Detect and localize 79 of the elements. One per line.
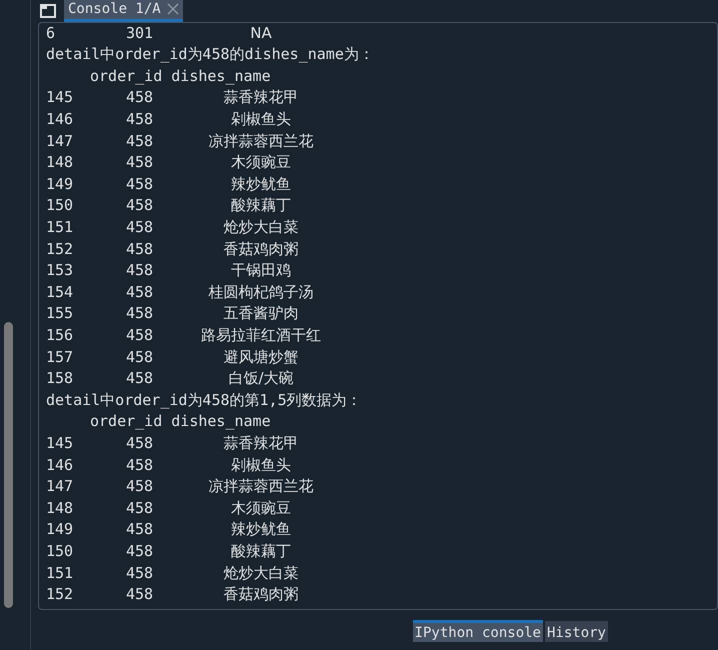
row-index: 147: [46, 476, 74, 498]
dish-name: 避风塘炒蟹: [222, 346, 300, 368]
row-index: 148: [46, 498, 74, 519]
row-index: 151: [46, 217, 74, 238]
row-index: 149: [46, 519, 74, 540]
column-headers: order_id dishes_name: [89, 66, 271, 87]
order-id-value: 458: [126, 195, 154, 216]
order-id-value: 458: [126, 540, 154, 562]
window-icon[interactable]: [40, 4, 56, 18]
row-index: 6: [46, 22, 56, 44]
dish-name: 木须豌豆: [230, 498, 292, 519]
order-id-value: 458: [126, 152, 154, 174]
dish-name: NA: [249, 22, 273, 44]
close-icon[interactable]: [166, 3, 179, 16]
dish-name: 干锅田鸡: [230, 260, 292, 282]
row-index: 150: [46, 195, 74, 216]
order-id-value: 458: [126, 217, 154, 238]
order-id-value: 458: [126, 368, 154, 390]
order-id-value: 458: [126, 87, 154, 108]
dish-name: 剁椒鱼头: [230, 454, 292, 476]
dish-name: 酸辣藕丁: [230, 540, 292, 562]
console-tab[interactable]: Console 1/A: [64, 0, 183, 22]
row-index: 145: [46, 87, 74, 108]
row-index: 148: [46, 152, 74, 174]
panel-tab[interactable]: History: [544, 621, 608, 642]
order-id-value: 458: [126, 562, 154, 584]
row-index: 146: [46, 109, 74, 130]
order-id-value: 458: [126, 454, 154, 476]
order-id-value: 458: [126, 282, 154, 303]
order-id-value: 458: [126, 432, 154, 454]
dish-name: 凉拌蒜蓉西兰花: [208, 130, 314, 152]
order-id-value: 458: [126, 238, 154, 260]
row-index: 150: [46, 540, 74, 562]
row-index: 157: [46, 346, 74, 368]
row-index: 152: [46, 238, 74, 260]
row-index: 152: [46, 584, 74, 606]
dish-name: 五香酱驴肉: [222, 303, 300, 324]
panel-tab[interactable]: IPython console: [412, 620, 543, 642]
row-index: 154: [46, 282, 74, 303]
dish-name: 路易拉菲红酒干红: [200, 324, 322, 346]
order-id-value: 458: [126, 346, 154, 368]
order-id-value: 458: [126, 584, 154, 606]
column-headers: order_id dishes_name: [89, 411, 271, 432]
row-index: 149: [46, 174, 74, 195]
order-id-value: 458: [126, 130, 154, 152]
order-id-value: 458: [126, 260, 154, 282]
order-id-value: 458: [126, 174, 154, 195]
row-index: 145: [46, 432, 74, 454]
row-index: 146: [46, 454, 74, 476]
order-id-value: 458: [126, 303, 154, 324]
dish-name: 凉拌蒜蓉西兰花: [208, 476, 314, 498]
output-text: detail中order_id为458的dishes_name为：: [46, 44, 374, 66]
dish-name: 辣炒鱿鱼: [230, 519, 292, 540]
dish-name: 剁椒鱼头: [230, 109, 292, 130]
dish-name: 蒜香辣花甲: [222, 87, 300, 108]
row-index: 147: [46, 130, 74, 152]
dish-name: 木须豌豆: [230, 152, 292, 174]
dish-name: 香菇鸡肉粥: [222, 584, 300, 606]
dish-name: 炝炒大白菜: [222, 217, 300, 238]
row-index: 156: [46, 324, 74, 346]
row-index: 153: [46, 260, 74, 282]
dish-name: 辣炒鱿鱼: [230, 174, 292, 195]
dish-name: 炝炒大白菜: [222, 562, 300, 584]
row-index: 155: [46, 303, 74, 324]
row-index: 158: [46, 368, 74, 390]
order-id-value: 458: [126, 324, 154, 346]
order-id-value: 458: [126, 498, 154, 519]
row-index: 151: [46, 562, 74, 584]
order-id-value: 458: [126, 109, 154, 130]
scrollbar-thumb[interactable]: [4, 322, 13, 608]
order-id-value: 301: [126, 22, 154, 44]
dish-name: 酸辣藕丁: [230, 195, 292, 216]
dish-name: 香菇鸡肉粥: [222, 238, 300, 260]
output-text: detail中order_id为458的第1,5列数据为：: [46, 390, 362, 411]
order-id-value: 458: [126, 476, 154, 498]
dish-name: 白饭/大碗: [227, 368, 295, 390]
dish-name: 桂圆枸杞鸽子汤: [208, 282, 314, 303]
dish-name: 蒜香辣花甲: [222, 432, 300, 454]
order-id-value: 458: [126, 519, 154, 540]
